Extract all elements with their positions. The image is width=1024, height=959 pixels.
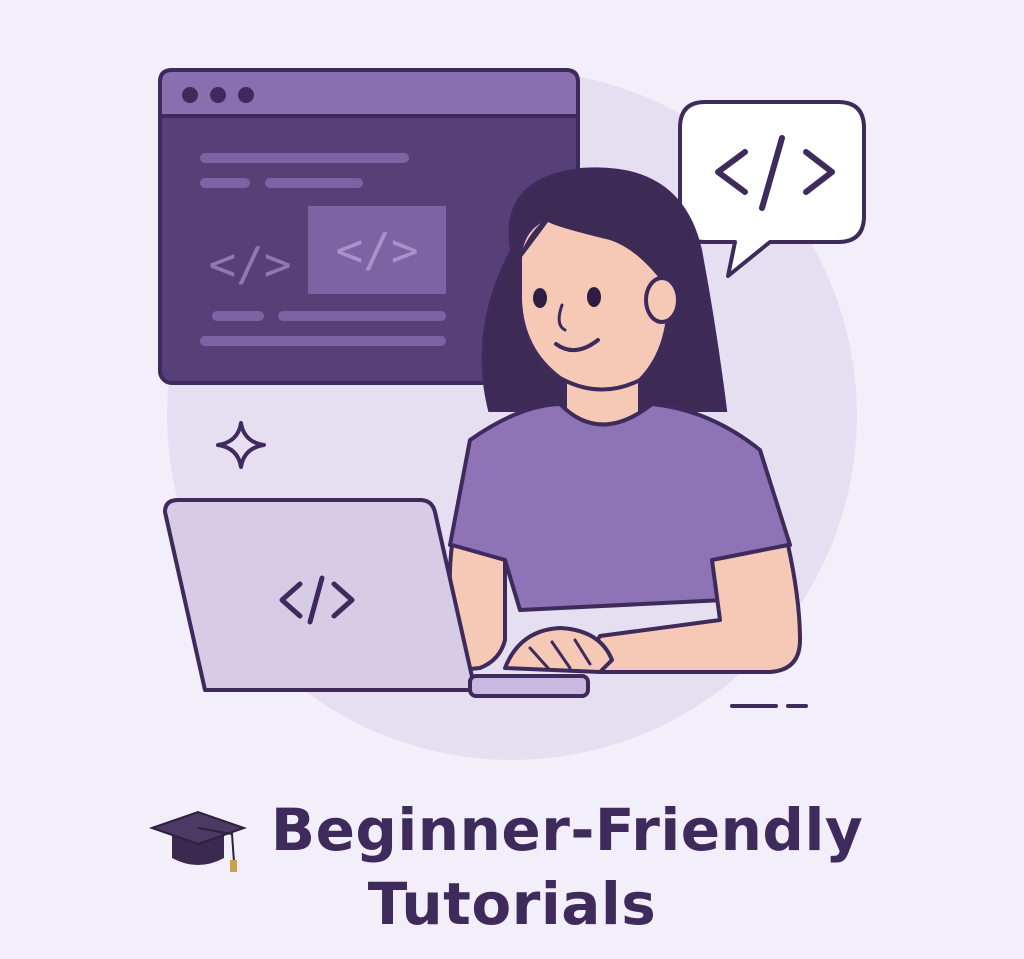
title-block: Beginner-Friendly Tutorials: [0, 790, 1024, 950]
svg-text:</>: </>: [208, 237, 291, 291]
canvas: </> </> Beginner-Friendly Tutorials: [0, 0, 1024, 959]
title-line-2: Tutorials: [367, 870, 657, 938]
coding-illustration: </> </>: [158, 68, 866, 760]
svg-text:</>: </>: [335, 223, 418, 277]
title-line-1: Beginner-Friendly: [270, 796, 864, 864]
